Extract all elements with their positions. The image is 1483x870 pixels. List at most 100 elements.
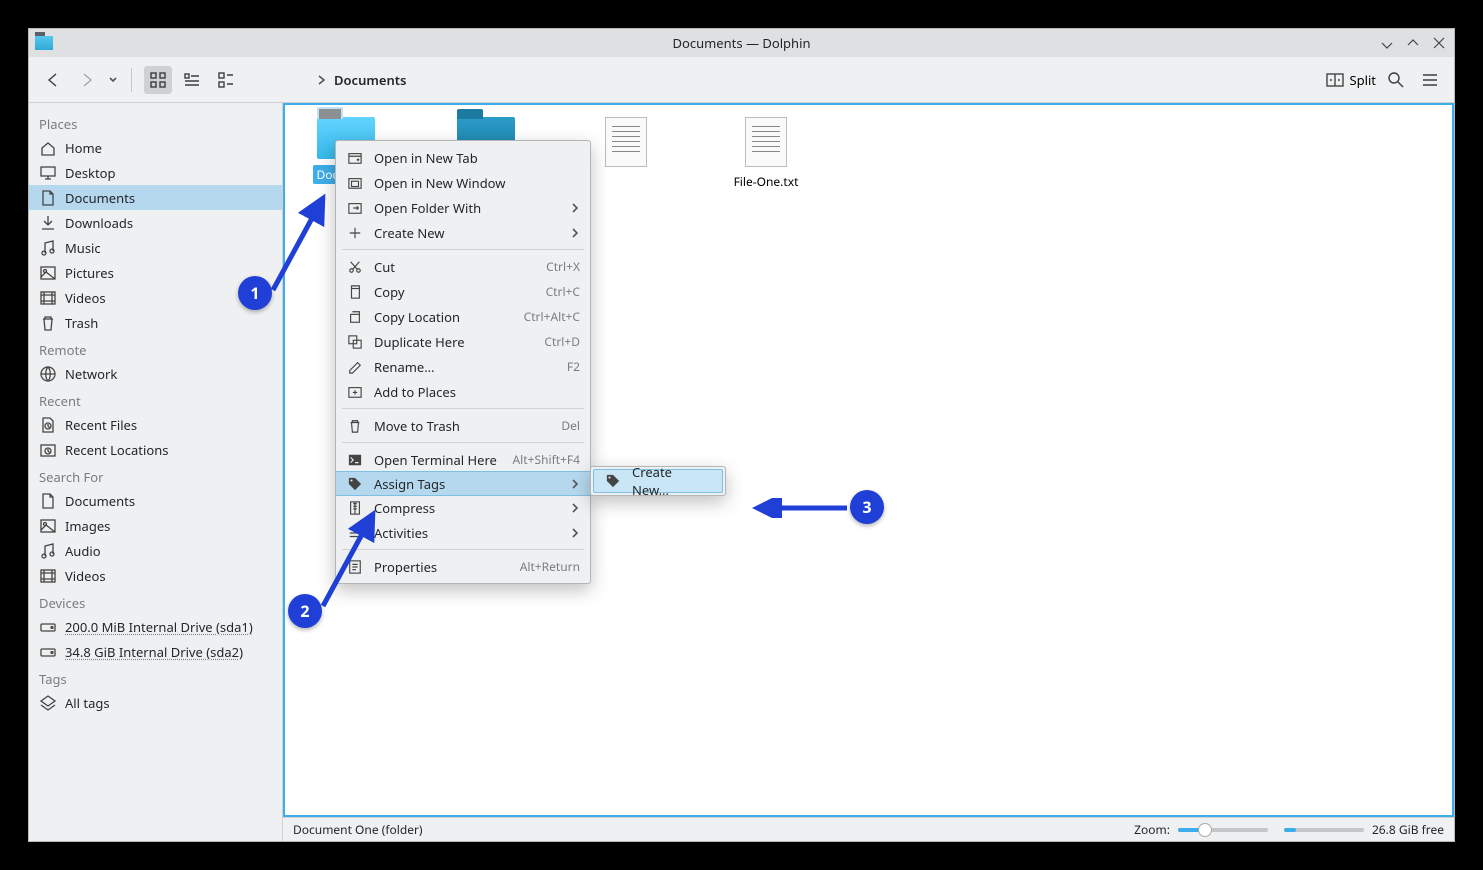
menu-duplicate-here[interactable]: Duplicate HereCtrl+D	[336, 329, 590, 354]
addplaces-icon	[346, 383, 364, 401]
menu-label: Copy	[374, 283, 546, 301]
pictures-icon	[39, 264, 57, 282]
split-view-button[interactable]: Split	[1326, 71, 1376, 89]
menu-copy[interactable]: CopyCtrl+C	[336, 279, 590, 304]
context-menu: Open in New TabOpen in New WindowOpen Fo…	[335, 140, 591, 584]
menu-label: Activities	[374, 524, 570, 542]
sidebar-item-recent-locations[interactable]: Recent Locations	[29, 437, 282, 462]
menu-open-in-new-tab[interactable]: Open in New Tab	[336, 145, 590, 170]
minimize-button[interactable]	[1378, 34, 1396, 52]
menu-open-in-new-window[interactable]: Open in New Window	[336, 170, 590, 195]
menu-create-new[interactable]: Create New	[336, 220, 590, 245]
sidebar-item-videos[interactable]: Videos	[29, 563, 282, 588]
hamburger-menu-button[interactable]	[1416, 66, 1444, 94]
menu-assign-tags[interactable]: Assign Tags	[336, 471, 590, 496]
sidebar-item-images[interactable]: Images	[29, 513, 282, 538]
search-button[interactable]	[1382, 66, 1410, 94]
sidebar-item-all-tags[interactable]: All tags	[29, 690, 282, 715]
dup-icon	[346, 333, 364, 351]
zoom-slider[interactable]	[1178, 828, 1268, 832]
sidebar-item-downloads[interactable]: Downloads	[29, 210, 282, 235]
breadcrumb[interactable]: Documents	[316, 71, 406, 89]
music-icon	[39, 542, 57, 560]
sidebar-item-recent-files[interactable]: Recent Files	[29, 412, 282, 437]
menu-shortcut: Ctrl+Alt+C	[524, 308, 580, 325]
menu-rename-[interactable]: Rename…F2	[336, 354, 590, 379]
menu-copy-location[interactable]: Copy LocationCtrl+Alt+C	[336, 304, 590, 329]
sidebar-item-label: Network	[65, 365, 117, 383]
menu-open-folder-with[interactable]: Open Folder With	[336, 195, 590, 220]
menu-label: Create New	[374, 224, 570, 242]
copy-icon	[346, 283, 364, 301]
newwin-icon	[346, 174, 364, 192]
menu-properties[interactable]: PropertiesAlt+Return	[336, 554, 590, 579]
sidebar-item-trash[interactable]: Trash	[29, 310, 282, 335]
status-info: Document One (folder)	[293, 821, 423, 838]
doc-icon	[39, 189, 57, 207]
menu-add-to-places[interactable]: Add to Places	[336, 379, 590, 404]
sidebar-item-200-0-mib-internal-drive-sda1-[interactable]: 200.0 MiB Internal Drive (sda1)	[29, 614, 282, 639]
sidebar-header: Devices	[29, 588, 282, 614]
menu-shortcut: F2	[567, 358, 580, 375]
maximize-button[interactable]	[1404, 34, 1422, 52]
menu-label: Move to Trash	[374, 417, 561, 435]
recentfiles-icon	[39, 416, 57, 434]
sidebar-item-label: Pictures	[65, 264, 114, 282]
terminal-icon	[346, 451, 364, 469]
cut-icon	[346, 258, 364, 276]
back-button[interactable]	[39, 66, 67, 94]
body: PlacesHomeDesktopDocumentsDownloadsMusic…	[29, 103, 1454, 841]
rename-icon	[346, 358, 364, 376]
menu-activities[interactable]: Activities	[336, 520, 590, 545]
nav-history-dropdown[interactable]	[107, 76, 119, 84]
sidebar-item-pictures[interactable]: Pictures	[29, 260, 282, 285]
sidebar-item-label: Recent Files	[65, 416, 137, 434]
forward-button[interactable]	[73, 66, 101, 94]
sidebar-item-audio[interactable]: Audio	[29, 538, 282, 563]
newtab-icon	[346, 149, 364, 167]
sidebar-item-videos[interactable]: Videos	[29, 285, 282, 310]
assign-tags-submenu: Create New…	[590, 466, 726, 496]
app-folder-icon	[35, 36, 53, 50]
menu-label: Duplicate Here	[374, 333, 544, 351]
statusbar: Document One (folder) Zoom: 26.8 GiB fre…	[283, 817, 1454, 841]
chevron-right-icon	[570, 524, 580, 542]
sidebar-item-music[interactable]: Music	[29, 235, 282, 260]
menu-compress[interactable]: Compress	[336, 495, 590, 520]
menu-open-terminal-here[interactable]: Open Terminal HereAlt+Shift+F4	[336, 447, 590, 472]
sidebar-item-home[interactable]: Home	[29, 135, 282, 160]
sidebar-item-label: Videos	[65, 567, 106, 585]
compact-view-button[interactable]	[178, 66, 206, 94]
breadcrumb-documents[interactable]: Documents	[334, 71, 406, 89]
window-title: Documents — Dolphin	[29, 34, 1454, 52]
split-label: Split	[1349, 71, 1376, 89]
menu-label: Create New…	[632, 463, 712, 499]
sidebar-item-network[interactable]: Network	[29, 361, 282, 386]
trash-icon	[346, 417, 364, 435]
details-view-button[interactable]	[212, 66, 240, 94]
file-item-3[interactable]: File-One.txt	[721, 117, 811, 190]
menu-label: Properties	[374, 558, 520, 576]
desktop-icon	[39, 164, 57, 182]
document-icon	[745, 117, 787, 167]
sidebar-item-34-8-gib-internal-drive-sda2-[interactable]: 34.8 GiB Internal Drive (sda2)	[29, 639, 282, 664]
sidebar-item-desktop[interactable]: Desktop	[29, 160, 282, 185]
split-icon	[1326, 71, 1344, 89]
menu-cut[interactable]: CutCtrl+X	[336, 254, 590, 279]
menu-shortcut: Del	[561, 417, 580, 434]
file-item-2[interactable]	[581, 117, 671, 173]
openwith-icon	[346, 199, 364, 217]
tag-icon	[604, 472, 622, 490]
submenu-create-new-[interactable]: Create New…	[593, 469, 723, 493]
sidebar-item-label: 34.8 GiB Internal Drive (sda2)	[65, 643, 243, 661]
drive-icon	[39, 618, 57, 636]
close-button[interactable]	[1430, 34, 1448, 52]
sidebar-item-documents[interactable]: Documents	[29, 185, 282, 210]
icons-view-button[interactable]	[144, 66, 172, 94]
menu-move-to-trash[interactable]: Move to TrashDel	[336, 413, 590, 438]
toolbar: Documents Split	[29, 57, 1454, 103]
sidebar-item-label: Audio	[65, 542, 101, 560]
sidebar-header: Places	[29, 109, 282, 135]
sidebar-item-documents[interactable]: Documents	[29, 488, 282, 513]
menu-label: Assign Tags	[374, 475, 570, 493]
